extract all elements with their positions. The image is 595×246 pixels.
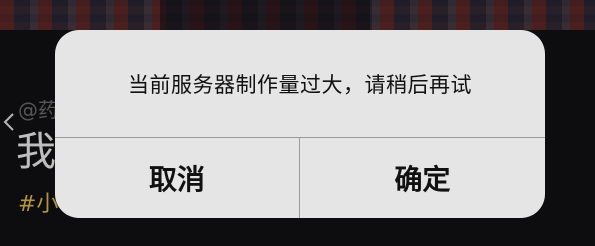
alert-message: 当前服务器制作量过大，请稍后再试: [128, 72, 472, 97]
confirm-button[interactable]: 确定: [300, 138, 545, 218]
cancel-button[interactable]: 取消: [55, 138, 299, 218]
alert-dialog: 当前服务器制作量过大，请稍后再试 取消 确定: [55, 30, 545, 218]
app-screen: @药 我 #小 当前服务器制作量过大，请稍后再试 取消 确定: [0, 0, 595, 246]
